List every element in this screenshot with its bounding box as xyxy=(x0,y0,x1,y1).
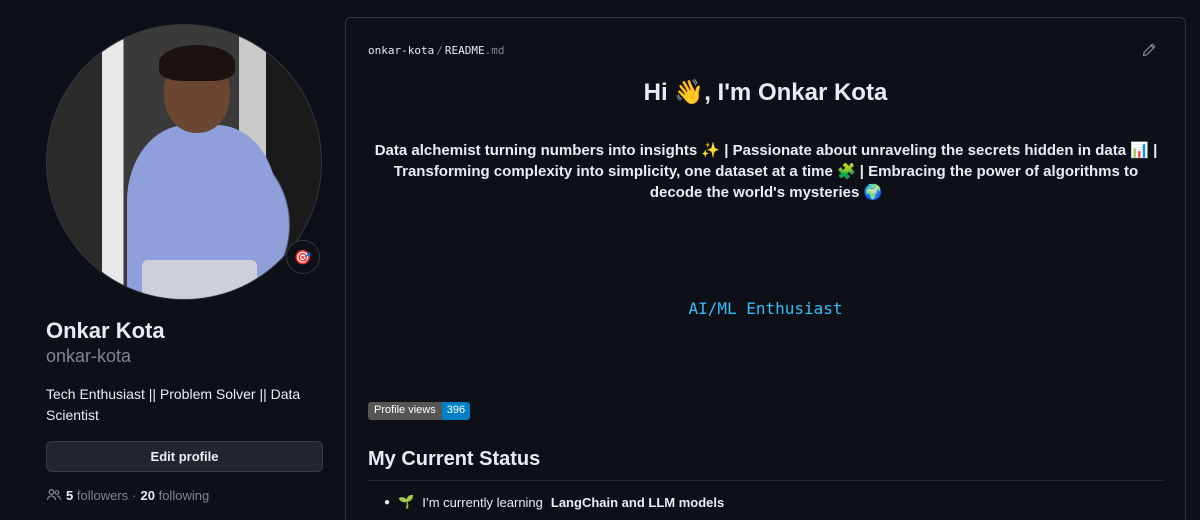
followers-count: 5 xyxy=(66,487,74,503)
readme-extension: .md xyxy=(484,44,505,57)
status-item-bold: LangChain and LLM models xyxy=(550,494,725,510)
status-item-text: I’m currently learning xyxy=(422,494,543,510)
avatar[interactable] xyxy=(46,24,322,300)
path-separator: / xyxy=(436,44,443,57)
profile-views-badge: Profile views 396 xyxy=(368,402,471,420)
follow-stats: 5 followers · 20 following xyxy=(46,487,209,503)
readme-tagline: Data alchemist turning numbers into insi… xyxy=(374,142,1158,201)
section-divider xyxy=(368,480,1165,481)
avatar-hair xyxy=(159,45,235,81)
pencil-icon[interactable] xyxy=(1141,42,1157,58)
profile-login: onkar-kota xyxy=(46,346,132,366)
readme-owner-link[interactable]: onkar-kota xyxy=(368,44,434,57)
profile-name: Onkar Kota xyxy=(46,318,165,343)
status-target-icon[interactable]: 🎯 xyxy=(286,240,320,274)
views-badge-label: Profile views xyxy=(368,402,442,420)
readme-card: onkar-kota / README.md Hi 👋, I'm Onkar Kot… xyxy=(345,17,1186,520)
people-icon xyxy=(46,489,61,501)
section-title-current-status: My Current Status xyxy=(368,448,541,470)
avatar-jeans xyxy=(142,260,257,299)
typing-text: AI/ML Enthusiast xyxy=(688,299,843,318)
status-list: ● 🌱 I’m currently learning LangChain and… xyxy=(384,494,724,510)
readme-filename: README xyxy=(444,44,485,57)
following-label: following xyxy=(158,487,210,503)
followers-link[interactable]: 5 followers xyxy=(66,488,128,503)
status-item-emoji: 🌱 xyxy=(398,494,415,509)
list-item: ● 🌱 I’m currently learning LangChain and… xyxy=(384,494,724,510)
readme-path: onkar-kota / README.md xyxy=(368,44,504,57)
avatar-container: 🎯 xyxy=(46,24,322,300)
bullet: ● xyxy=(384,496,391,508)
profile-bio: Tech Enthusiast || Problem Solver || Dat… xyxy=(46,386,301,423)
follow-separator: · xyxy=(132,487,137,503)
following-count: 20 xyxy=(140,487,155,503)
edit-profile-button[interactable]: Edit profile xyxy=(46,441,323,472)
views-badge-count: 396 xyxy=(441,402,471,420)
readme-greeting: Hi 👋, I'm Onkar Kota xyxy=(643,79,888,106)
followers-label: followers xyxy=(76,487,129,503)
status-emoji: 🎯 xyxy=(294,248,312,265)
following-link[interactable]: 20 following xyxy=(141,488,210,503)
